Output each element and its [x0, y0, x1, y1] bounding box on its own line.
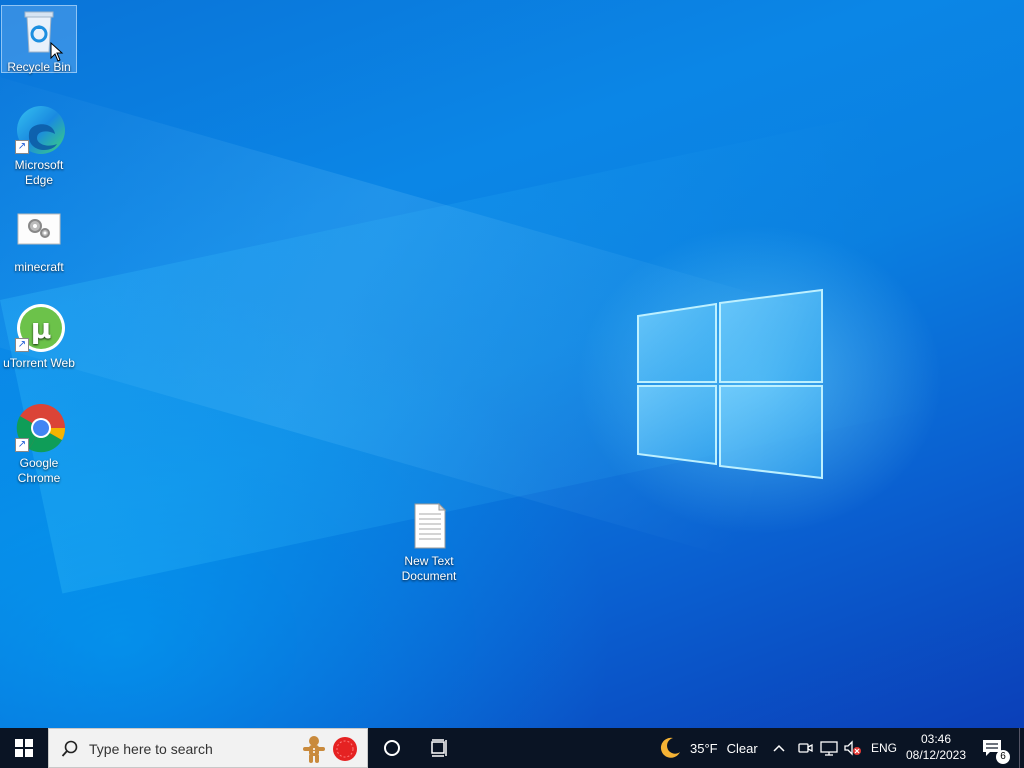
desktop-icon-label: New Text Document: [401, 554, 457, 583]
weather-temperature: 35°F: [690, 740, 718, 756]
task-view-button[interactable]: [416, 728, 464, 768]
volume-button[interactable]: [844, 728, 862, 768]
clock-time: 03:46: [920, 732, 952, 746]
shortcut-arrow-icon: ↗: [15, 338, 29, 352]
desktop: Recycle Bin ↗ Microsoft Edge minecraft µ…: [0, 0, 1024, 728]
cortana-circle-icon: [384, 740, 400, 756]
network-icon: [820, 741, 838, 756]
svg-text:µ: µ: [31, 312, 52, 345]
desktop-icon-new-text-document[interactable]: New Text Document: [392, 500, 466, 584]
mouse-cursor-icon: [50, 42, 64, 62]
taskbar: Type here to search 35°F Clear ENG 03:46…: [0, 728, 1024, 768]
utorrent-icon: µ ↗: [13, 302, 65, 354]
desktop-icon-label: Microsoft Edge: [14, 158, 64, 187]
moon-icon: [660, 737, 680, 758]
cortana-button[interactable]: [368, 728, 416, 768]
clock-button[interactable]: 03:46 08/12/2023: [900, 731, 972, 763]
taskbar-search-box[interactable]: Type here to search: [48, 728, 368, 768]
action-center-button[interactable]: 6: [976, 728, 1012, 768]
language-label: ENG: [871, 741, 898, 755]
chevron-up-icon: [773, 744, 785, 752]
input-language-button[interactable]: ENG: [871, 728, 897, 768]
meet-now-button[interactable]: [797, 728, 813, 768]
volume-muted-icon: [844, 740, 861, 756]
weather-description: Clear: [726, 740, 758, 756]
start-button[interactable]: [0, 728, 48, 768]
clock-date: 08/12/2023: [905, 748, 967, 762]
weather-widget[interactable]: 35°F Clear: [658, 728, 758, 768]
shortcut-arrow-icon: ↗: [15, 438, 29, 452]
ornament-highlight-icon[interactable]: [332, 736, 358, 762]
search-icon: [61, 740, 78, 757]
desktop-icon-label: Recycle Bin: [7, 60, 71, 74]
gingerbread-highlight-icon[interactable]: [301, 734, 327, 764]
minecraft-gear-icon: [13, 206, 65, 258]
desktop-icon-google-chrome[interactable]: ↗ Google Chrome: [2, 402, 76, 486]
text-document-icon: [403, 500, 455, 552]
task-view-icon: [431, 739, 447, 757]
show-hidden-icons-button[interactable]: [772, 728, 786, 768]
microsoft-edge-icon: ↗: [13, 104, 65, 156]
desktop-icon-label: minecraft: [14, 260, 64, 274]
notification-count-badge: 6: [996, 750, 1010, 764]
shortcut-arrow-icon: ↗: [15, 140, 29, 154]
desktop-icon-microsoft-edge[interactable]: ↗ Microsoft Edge: [2, 104, 76, 188]
windows-logo-wallpaper: [637, 288, 823, 480]
desktop-icon-label: uTorrent Web: [3, 356, 75, 370]
desktop-icon-minecraft[interactable]: minecraft: [2, 206, 76, 275]
desktop-icon-recycle-bin[interactable]: Recycle Bin: [1, 5, 77, 74]
google-chrome-icon: ↗: [13, 402, 66, 454]
windows-start-icon: [15, 739, 33, 757]
search-placeholder: Type here to search: [89, 741, 213, 757]
desktop-icon-utorrent-web[interactable]: µ ↗ uTorrent Web: [2, 302, 76, 371]
show-desktop-button[interactable]: [1019, 728, 1024, 768]
meet-now-icon: [798, 743, 813, 753]
desktop-icon-label: Google Chrome: [17, 456, 61, 485]
network-button[interactable]: [820, 728, 838, 768]
